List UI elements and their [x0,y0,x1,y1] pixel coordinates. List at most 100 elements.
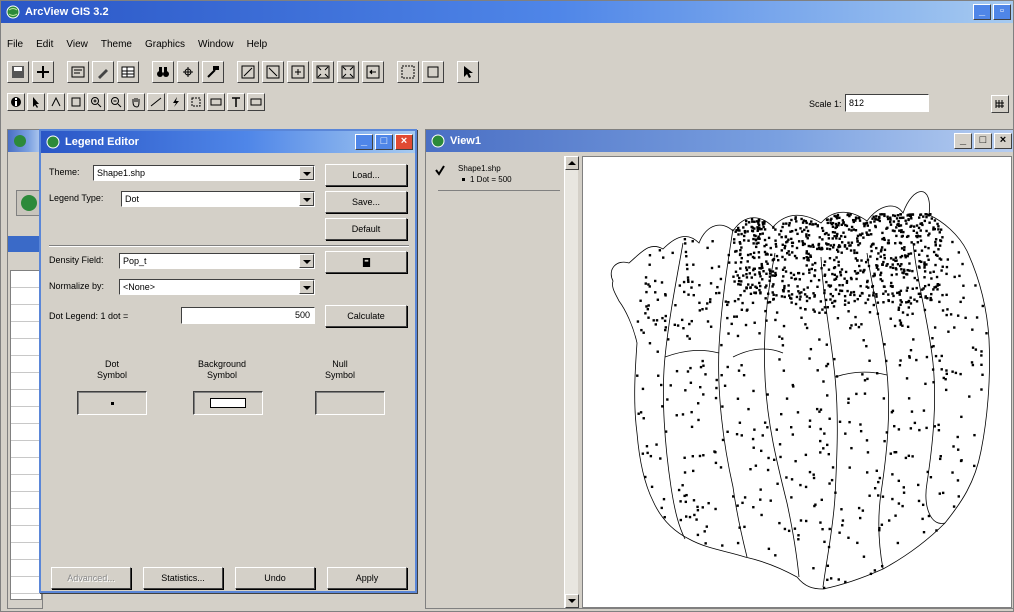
calculate-button[interactable]: Calculate [325,305,407,327]
area-of-interest-tool[interactable] [187,93,205,111]
menu-view[interactable]: View [66,39,88,50]
toc-divider [438,190,560,191]
open-table-button[interactable] [117,61,139,83]
menu-file[interactable]: File [7,39,23,50]
density-dot [766,393,769,396]
hot-link-tool[interactable] [167,93,185,111]
density-dot [726,316,729,320]
density-field-dropdown[interactable]: Pop_t [119,253,315,269]
apply-button[interactable]: Apply [327,567,407,589]
density-dot [738,526,741,529]
statistics-button[interactable]: Statistics... [143,567,223,589]
menu-theme[interactable]: Theme [101,39,132,50]
zoom-in-button[interactable] [312,61,334,83]
theme-properties-button[interactable] [67,61,89,83]
density-dot [953,326,956,329]
density-dot [907,299,911,303]
measure-tool[interactable] [147,93,165,111]
clear-selection-button[interactable] [422,61,444,83]
view1-minimize-button[interactable]: _ [954,133,972,149]
density-dot [832,305,836,308]
advanced-button[interactable]: Advanced... [51,567,131,589]
vertex-edit-tool[interactable] [47,93,65,111]
density-dot [897,428,901,431]
toc-scrollbar[interactable] [564,156,579,608]
symbol-options-button[interactable] [325,251,407,273]
query-builder-button[interactable] [202,61,224,83]
select-feature-tool[interactable] [67,93,85,111]
app-restore-button[interactable]: ▫ [993,4,1011,20]
app-minimize-button[interactable]: _ [973,4,991,20]
add-theme-button[interactable] [32,61,54,83]
dot-symbol-box[interactable] [77,391,147,415]
density-dot [846,289,849,293]
zoom-in-tool[interactable] [87,93,105,111]
zoom-out-tool[interactable] [107,93,125,111]
theme-dropdown[interactable]: Shape1.shp [93,165,315,181]
legend-type-dropdown[interactable]: Dot [121,191,315,207]
find-button[interactable] [152,61,174,83]
density-dot [891,300,894,304]
background-symbol-box[interactable] [193,391,263,415]
density-dot [907,397,911,400]
view1-close-button[interactable]: × [994,133,1012,149]
menu-edit[interactable]: Edit [36,39,53,50]
scale-input[interactable]: 812 [845,94,929,112]
density-dot [890,411,894,414]
zoom-out-button[interactable] [337,61,359,83]
layer-visible-checkmark-icon[interactable] [434,164,446,176]
edit-legend-button[interactable] [92,61,114,83]
density-dot [816,285,819,289]
density-field-dropdown-arrow-icon[interactable] [299,254,314,268]
toc-scroll-up-icon[interactable] [565,156,579,170]
dot-legend-input[interactable]: 500 [181,307,315,324]
pan-tool[interactable] [127,93,145,111]
density-dot [891,285,894,289]
load-button[interactable]: Load... [325,164,407,186]
zoom-selected-button[interactable] [287,61,309,83]
save-button[interactable]: Save... [325,191,407,213]
layer-name[interactable]: Shape1.shp [458,164,501,173]
density-dot [899,303,902,306]
density-dot [903,246,906,249]
locate-icon [183,67,193,77]
density-dot [753,291,756,294]
draw-tool[interactable] [247,93,265,111]
null-symbol-box[interactable] [315,391,385,415]
theme-dropdown-arrow-icon[interactable] [299,166,314,180]
default-button[interactable]: Default [325,218,407,240]
density-dot [782,222,785,225]
label-tool[interactable] [207,93,225,111]
legend-maximize-button[interactable]: □ [375,134,393,150]
zoom-previous-button[interactable] [362,61,384,83]
save-project-button[interactable] [7,61,29,83]
dot-density-map[interactable] [583,157,1011,607]
legend-type-dropdown-arrow-icon[interactable] [299,192,314,206]
normalize-dropdown-arrow-icon[interactable] [299,280,314,294]
zoom-active-themes-button[interactable] [262,61,284,83]
help-button[interactable] [457,61,479,83]
density-dot [889,317,892,320]
menu-window[interactable]: Window [198,39,234,50]
density-dot [854,315,857,319]
normalize-dropdown[interactable]: <None> [119,279,315,295]
toc-scroll-down-icon[interactable] [565,594,579,608]
zoom-full-extent-button[interactable] [237,61,259,83]
legend-minimize-button[interactable]: _ [355,134,373,150]
select-features-button[interactable] [397,61,419,83]
density-dot [783,284,786,288]
grid-tool[interactable] [991,95,1009,113]
density-dot [868,359,871,362]
menu-help[interactable]: Help [247,39,268,50]
identify-tool[interactable] [7,93,25,111]
pointer-tool[interactable] [27,93,45,111]
locate-button[interactable] [177,61,199,83]
density-dot [940,368,943,371]
map-display[interactable] [582,156,1012,608]
menu-graphics[interactable]: Graphics [145,39,185,50]
view1-maximize-button[interactable]: □ [974,133,992,149]
density-dot [808,296,811,300]
legend-close-button[interactable]: × [395,134,413,150]
text-tool[interactable] [227,93,245,111]
undo-button[interactable]: Undo [235,567,315,589]
